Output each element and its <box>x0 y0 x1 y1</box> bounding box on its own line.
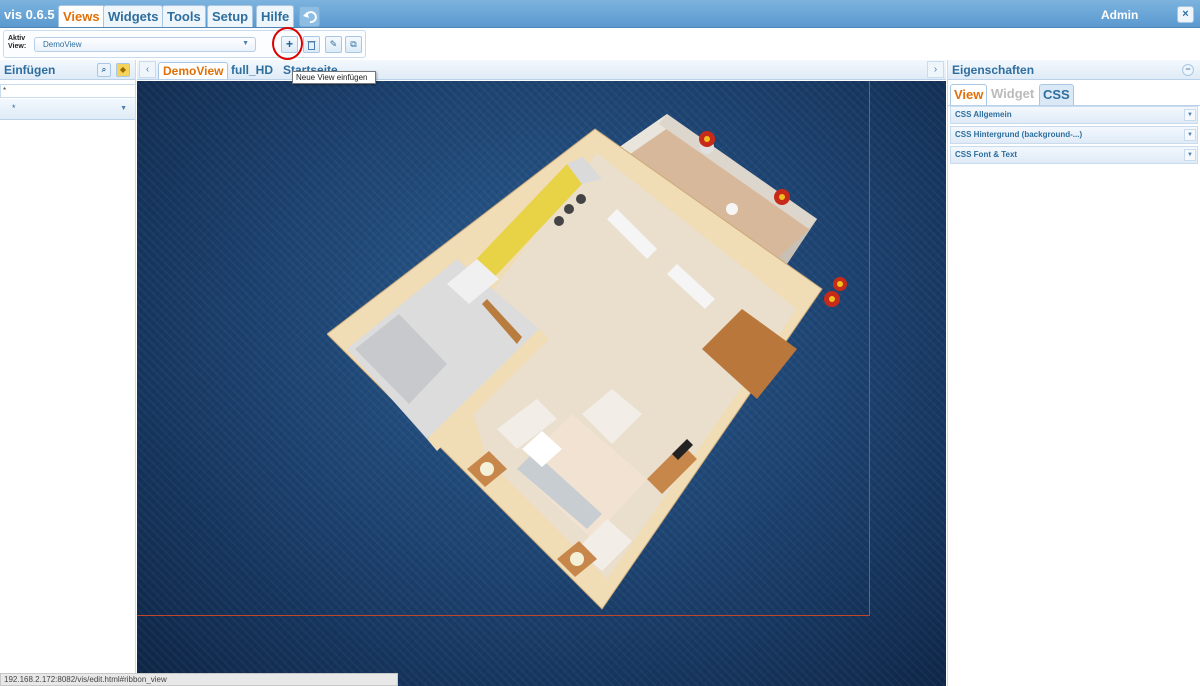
chevron-down-icon: ▼ <box>1184 129 1196 141</box>
section-css-hintergrund[interactable]: CSS Hintergrund (background-...) ▼ <box>950 126 1198 144</box>
copy-icon: ⧉ <box>350 39 357 49</box>
view-canvas[interactable] <box>137 81 946 686</box>
delete-view-button[interactable] <box>303 36 320 53</box>
properties-panel-header: Eigenschaften − <box>948 60 1200 80</box>
section-label: CSS Font & Text <box>955 150 1018 159</box>
menu-tab-widgets[interactable]: Widgets <box>103 5 164 27</box>
properties-panel-title: Eigenschaften <box>952 63 1035 77</box>
menu-tab-setup[interactable]: Setup <box>207 5 254 27</box>
tab-css[interactable]: CSS <box>1039 84 1074 105</box>
chevron-down-icon: ▼ <box>1184 109 1196 121</box>
collapse-icon[interactable]: − <box>1182 64 1194 76</box>
view-tabs-bar: ‹ DemoView full_HD Startseite › <box>137 60 946 80</box>
menu-tab-views[interactable]: Views <box>58 5 105 27</box>
rename-view-button[interactable]: ✎ <box>325 36 342 53</box>
chevron-down-icon: ▼ <box>1184 149 1196 161</box>
close-button[interactable]: × <box>1177 6 1194 23</box>
tabs-scroll-left-button[interactable]: ‹ <box>139 61 156 78</box>
menu-tab-tools[interactable]: Tools <box>162 5 206 27</box>
search-icon[interactable]: ⌕ <box>97 63 111 77</box>
chevron-down-icon: ▼ <box>242 40 249 47</box>
undo-icon <box>303 11 317 24</box>
trash-icon <box>307 41 316 50</box>
widget-filter-input[interactable] <box>0 83 136 98</box>
active-view-label: Aktiv View: <box>8 35 27 50</box>
ribbon: Aktiv View: DemoView ▼ + ✎ ⧉ <box>0 28 1200 60</box>
menu-tab-hilfe[interactable]: Hilfe <box>256 5 295 27</box>
properties-tabs: View Widget CSS <box>948 81 1200 106</box>
browser-status-url: 192.168.2.172:8082/vis/edit.html#ribbon_… <box>0 673 398 686</box>
user-name: Admin <box>1101 8 1139 22</box>
lamp <box>570 552 584 566</box>
section-css-allgemein[interactable]: CSS Allgemein ▼ <box>950 106 1198 124</box>
app-title: vis 0.6.5 <box>4 7 55 22</box>
lamp <box>480 462 494 476</box>
tag-icon[interactable]: ◆ <box>116 63 130 77</box>
chevron-down-icon: ▼ <box>120 105 127 112</box>
floorplan-image[interactable] <box>327 109 847 619</box>
section-css-font-text[interactable]: CSS Font & Text ▼ <box>950 146 1198 164</box>
active-view-value: DemoView <box>43 40 82 49</box>
tab-view[interactable]: View <box>950 84 988 105</box>
add-view-tooltip: Neue View einfügen <box>292 71 376 84</box>
widget-set-select[interactable]: * ▼ <box>0 99 135 120</box>
copy-view-button[interactable]: ⧉ <box>345 36 362 53</box>
tab-widget[interactable]: Widget <box>988 84 1037 105</box>
insert-panel: Einfügen ⌕ ◆ * ▼ <box>0 60 136 686</box>
view-tab-full-hd[interactable]: full_HD <box>227 62 277 79</box>
section-label: CSS Allgemein <box>955 110 1012 119</box>
top-menu-bar: vis 0.6.5 Views Widgets Tools Setup Hilf… <box>0 0 1200 28</box>
view-tab-demoview[interactable]: DemoView <box>158 62 229 79</box>
widget-set-value: * <box>12 103 16 113</box>
pencil-icon: ✎ <box>329 39 338 49</box>
undo-button[interactable] <box>299 6 320 27</box>
add-view-button[interactable]: + <box>281 36 298 53</box>
properties-panel: Eigenschaften − View Widget CSS CSS Allg… <box>947 60 1200 686</box>
section-label: CSS Hintergrund (background-...) <box>955 130 1083 139</box>
ribbon-view-group: Aktiv View: DemoView ▼ + ✎ ⧉ <box>3 30 366 58</box>
insert-panel-title: Einfügen <box>4 63 56 77</box>
active-view-select[interactable]: DemoView ▼ <box>34 37 256 52</box>
insert-panel-header: Einfügen ⌕ ◆ <box>0 60 135 80</box>
tabs-scroll-right-button[interactable]: › <box>927 61 944 78</box>
